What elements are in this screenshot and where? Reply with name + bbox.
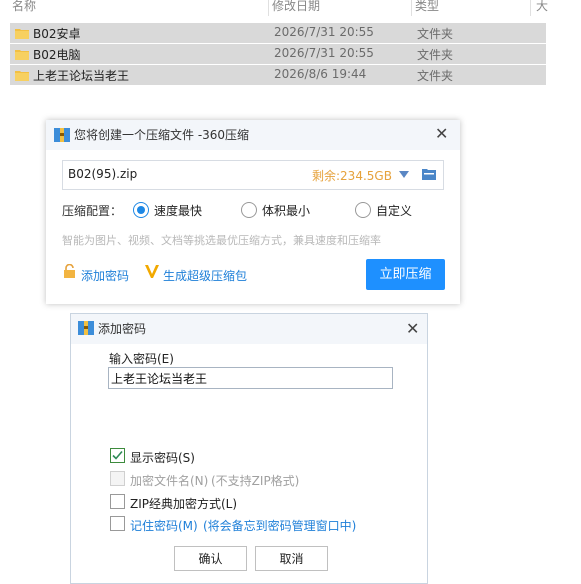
password-value: 上老王论坛当老王	[111, 372, 208, 386]
compress-dialog-titlebar[interactable]: 您将创建一个压缩文件 -360压缩 ✕	[46, 120, 460, 150]
remember-password-checkbox[interactable]	[110, 516, 125, 531]
compress-config-label: 压缩配置：	[62, 204, 123, 218]
file-row[interactable]: 上老王论坛当老王 2026/8/6 19:44 文件夹	[10, 65, 546, 85]
folder-icon	[15, 29, 29, 39]
folder-icon	[15, 50, 29, 60]
lock-icon	[64, 264, 75, 278]
password-dialog: 添加密码 ✕ 输入密码(E) 上老王论坛当老王 显示密码(S) 加密文件名(N)…	[70, 313, 428, 584]
checkmark-icon	[112, 450, 123, 460]
compress-now-button[interactable]: 立即压缩	[366, 259, 445, 290]
archive-filename[interactable]: B02(95).zip	[68, 167, 137, 181]
archive-icon	[54, 128, 70, 142]
file-date: 2026/7/31 20:55	[274, 25, 374, 39]
folder-browse-icon[interactable]	[422, 168, 436, 180]
show-password-checkbox[interactable]	[110, 448, 125, 463]
encrypt-filenames-label[interactable]: 加密文件名(N)	[130, 472, 208, 489]
remember-password-label[interactable]: 记住密码(M)	[130, 517, 198, 534]
column-type[interactable]: 类型	[415, 0, 439, 14]
file-row[interactable]: B02电脑 2026/7/31 20:55 文件夹	[10, 44, 546, 64]
file-name: 上老王论坛当老王	[33, 69, 130, 83]
cancel-button[interactable]: 取消	[255, 546, 328, 571]
option-fastest-label[interactable]: 速度最快	[154, 202, 202, 219]
add-password-link[interactable]: 添加密码	[81, 267, 129, 284]
archive-icon	[78, 321, 94, 335]
zip-classic-label[interactable]: ZIP经典加密方式(L)	[130, 495, 237, 512]
compress-dialog: 您将创建一个压缩文件 -360压缩 ✕ B02(95).zip 剩余:234.5…	[46, 120, 460, 304]
super-package-link[interactable]: 生成超级压缩包	[163, 267, 247, 284]
column-size[interactable]: 大	[536, 0, 548, 14]
password-dialog-title: 添加密码	[98, 322, 147, 336]
file-type: 文件夹	[417, 27, 454, 41]
close-icon[interactable]: ✕	[435, 126, 448, 142]
file-date: 2026/7/31 20:55	[274, 46, 374, 60]
radio-fastest[interactable]	[133, 202, 149, 218]
column-name[interactable]: 名称	[12, 0, 36, 14]
zip-classic-checkbox[interactable]	[110, 494, 125, 509]
folder-icon	[15, 71, 29, 81]
free-space-label: 剩余:234.5GB	[312, 169, 392, 183]
password-input-label: 输入密码(E)	[109, 352, 174, 366]
encrypt-filenames-note: (不支持ZIP格式)	[211, 474, 300, 488]
password-input[interactable]: 上老王论坛当老王	[108, 367, 393, 389]
close-icon[interactable]: ✕	[406, 321, 419, 337]
file-name: B02安卓	[33, 27, 81, 41]
file-type: 文件夹	[417, 48, 454, 62]
option-custom-label[interactable]: 自定义	[376, 202, 412, 219]
ok-button[interactable]: 确认	[174, 546, 247, 571]
chevron-down-icon[interactable]	[399, 171, 409, 178]
file-row[interactable]: B02安卓 2026/7/31 20:55 文件夹	[10, 23, 546, 43]
show-password-label[interactable]: 显示密码(S)	[130, 449, 195, 466]
radio-custom[interactable]	[355, 202, 371, 218]
column-date[interactable]: 修改日期	[272, 0, 320, 14]
archive-path-field[interactable]: B02(95).zip 剩余:234.5GB	[62, 160, 444, 190]
option-smallest-label[interactable]: 体积最小	[262, 202, 310, 219]
column-header: 名称 修改日期 类型 大	[0, 0, 581, 16]
file-date: 2026/8/6 19:44	[274, 67, 367, 81]
radio-smallest[interactable]	[241, 202, 257, 218]
file-name: B02电脑	[33, 48, 81, 62]
password-dialog-titlebar[interactable]: 添加密码 ✕	[71, 314, 427, 344]
compress-dialog-title: 您将创建一个压缩文件 -360压缩	[74, 128, 250, 142]
compress-hint: 智能为图片、视频、文档等挑选最优压缩方式，兼具速度和压缩率	[62, 234, 381, 247]
encrypt-filenames-checkbox[interactable]	[110, 471, 125, 486]
v-badge-icon	[145, 265, 159, 278]
file-type: 文件夹	[417, 69, 454, 83]
remember-password-note: (将会备忘到密码管理窗口中)	[203, 519, 357, 533]
